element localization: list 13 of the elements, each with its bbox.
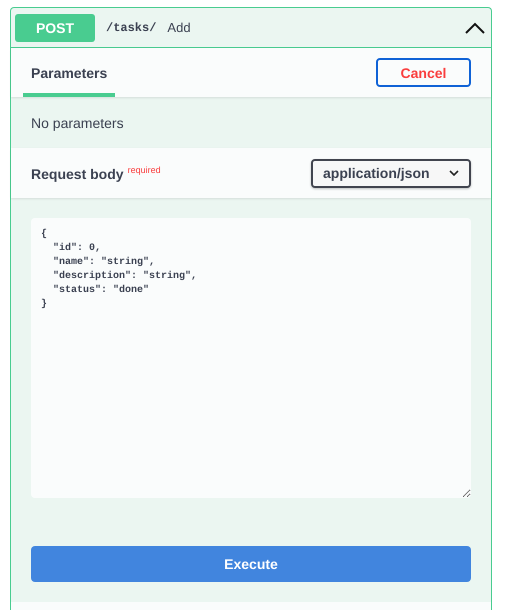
caret-icon [449, 170, 459, 176]
parameters-tab[interactable]: Parameters [23, 48, 115, 97]
content-type-select[interactable]: application/json [311, 158, 471, 188]
request-body-title: Request body [31, 166, 124, 182]
no-parameters-text: No parameters [31, 114, 124, 130]
endpoint-path: /tasks/ [106, 20, 156, 34]
collapse-chevron-icon[interactable] [465, 22, 485, 34]
request-body-editor[interactable]: { "id": 0, "name": "string", "description": "string", "status": "done" } [31, 218, 471, 498]
execute-button[interactable]: Execute [31, 546, 471, 582]
cancel-button[interactable]: Cancel [376, 58, 471, 87]
required-label: required [128, 164, 161, 174]
endpoint-summary: Add [167, 20, 192, 35]
method-badge: POST [15, 14, 95, 42]
